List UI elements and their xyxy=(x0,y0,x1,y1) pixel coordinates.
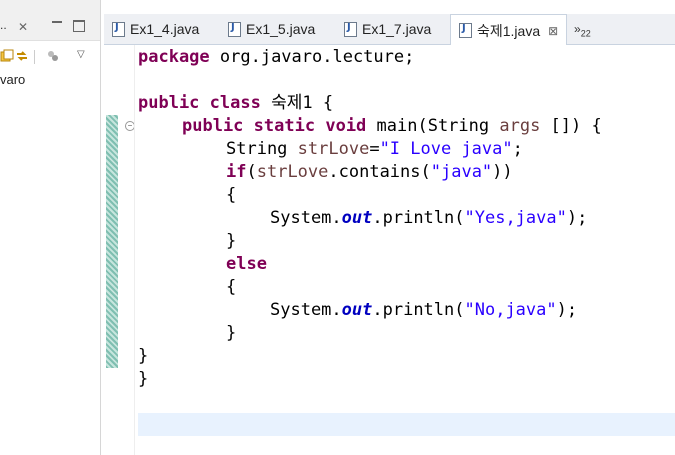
link-with-editor-icon[interactable] xyxy=(15,49,29,63)
panel-toolbar: ▽ xyxy=(0,44,100,68)
maximize-icon[interactable] xyxy=(73,20,85,32)
tab-ex1-7[interactable]: Ex1_7.java xyxy=(344,14,431,44)
tab-label: 숙제1.java xyxy=(477,22,541,39)
code-line: } xyxy=(226,323,237,343)
code-line: System.out.println("Yes,java"); xyxy=(270,208,588,228)
editor-tab-bar: Ex1_4.java Ex1_5.java Ex1_7.java 숙제1.jav… xyxy=(104,14,675,46)
code-line: package org.javaro.lecture; xyxy=(138,47,415,67)
code-line: public static void main(String args []) … xyxy=(182,116,602,136)
hidden-tab-count: 22 xyxy=(580,28,591,39)
code-line: } xyxy=(138,369,149,389)
close-tab-icon[interactable]: ⊠ xyxy=(548,24,558,38)
code-line: { xyxy=(226,277,237,297)
java-file-icon xyxy=(344,21,357,37)
code-line: if(strLove.contains("java")) xyxy=(226,162,513,182)
code-editor[interactable]: − package org.javaro.lecture; public cla… xyxy=(104,45,675,455)
collapse-all-icon[interactable] xyxy=(0,49,14,63)
gutter-divider xyxy=(134,45,135,455)
tab-ex1-4[interactable]: Ex1_4.java xyxy=(112,14,199,44)
code-line: public class 숙제1 { xyxy=(138,93,334,113)
code-line: System.out.println("No,java"); xyxy=(270,300,578,320)
toolbar-separator xyxy=(34,50,35,64)
quick-diff-change-marker xyxy=(106,115,118,368)
close-panel-icon[interactable]: ✕ xyxy=(18,20,28,34)
tab-homework1[interactable]: 숙제1.java ⊠ xyxy=(450,14,568,46)
tab-label: Ex1_4.java xyxy=(130,21,200,37)
code-line: } xyxy=(138,346,149,366)
panel-header: .. ✕ xyxy=(0,0,100,41)
panel-title: .. xyxy=(0,18,7,32)
code-line: } xyxy=(226,231,237,251)
java-file-icon xyxy=(112,21,125,37)
tab-overflow-button[interactable]: »22 xyxy=(574,22,591,38)
current-line-highlight xyxy=(138,413,675,436)
filter-icon[interactable] xyxy=(46,49,60,63)
tree-item-project[interactable]: varo xyxy=(0,72,25,87)
code-line: String strLove="I Love java"; xyxy=(226,139,523,159)
minimize-icon[interactable] xyxy=(52,21,62,25)
code-line: { xyxy=(226,185,237,205)
tab-ex1-5[interactable]: Ex1_5.java xyxy=(228,14,315,44)
tab-label: Ex1_7.java xyxy=(362,21,432,37)
overflow-chevron-icon: » xyxy=(574,22,581,36)
java-file-icon xyxy=(228,21,241,37)
java-file-icon xyxy=(459,23,472,38)
code-line: else xyxy=(226,254,267,274)
tab-label: Ex1_5.java xyxy=(246,21,316,37)
view-menu-icon[interactable]: ▽ xyxy=(77,49,85,60)
package-explorer-panel: .. ✕ ▽ varo xyxy=(0,0,101,455)
